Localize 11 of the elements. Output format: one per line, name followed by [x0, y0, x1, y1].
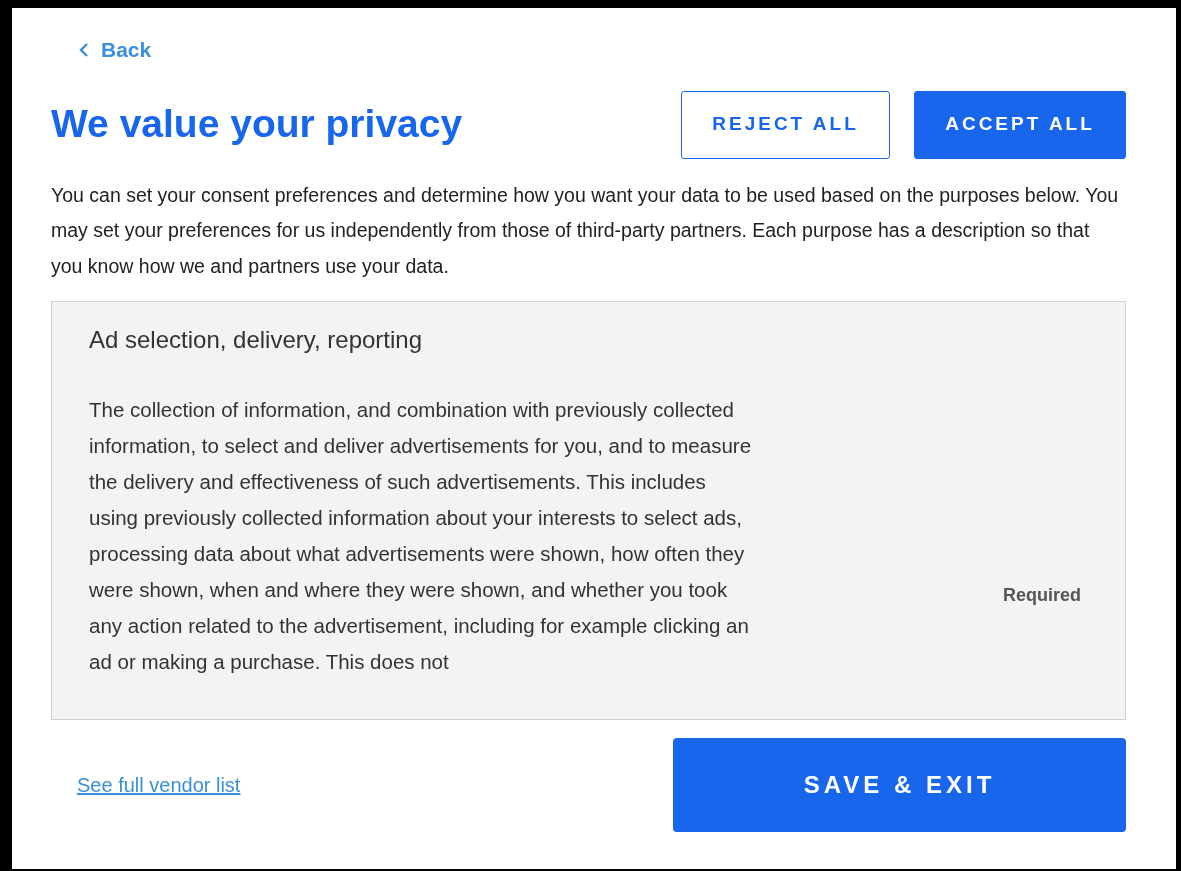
purpose-title: Ad selection, delivery, reporting [89, 325, 424, 355]
vendor-list-link[interactable]: See full vendor list [77, 770, 241, 800]
reject-all-button[interactable]: REJECT ALL [681, 90, 890, 159]
required-label: Required [1003, 584, 1081, 607]
chevron-left-icon [79, 41, 89, 58]
accept-all-button[interactable]: ACCEPT ALL [914, 90, 1126, 159]
purpose-description: The collection of information, and combination with previously collected information, to select and deliver advertisements for you, and to measure the delivery and effectiveness of such advertisements. This includes using previously collected information about your interests to select ads, processing data about what advertisements were shown, how often they were shown, when and where they were shown, and whether you took any action related to the advertisement, including for example clicking an ad or making a purchase. This does not [89, 397, 753, 675]
save-exit-button[interactable]: SAVE & EXIT [673, 738, 1126, 832]
back-link[interactable]: Back [79, 34, 152, 66]
intro-text: You can set your consent preferences and determine how you want your data to be used based on the purposes below. You may set your preferences for us independently from those of third-party partners. Each purpose has a description so that you know how we and partners use your data. [51, 182, 1120, 279]
dialog-title: We value your privacy [51, 101, 463, 148]
